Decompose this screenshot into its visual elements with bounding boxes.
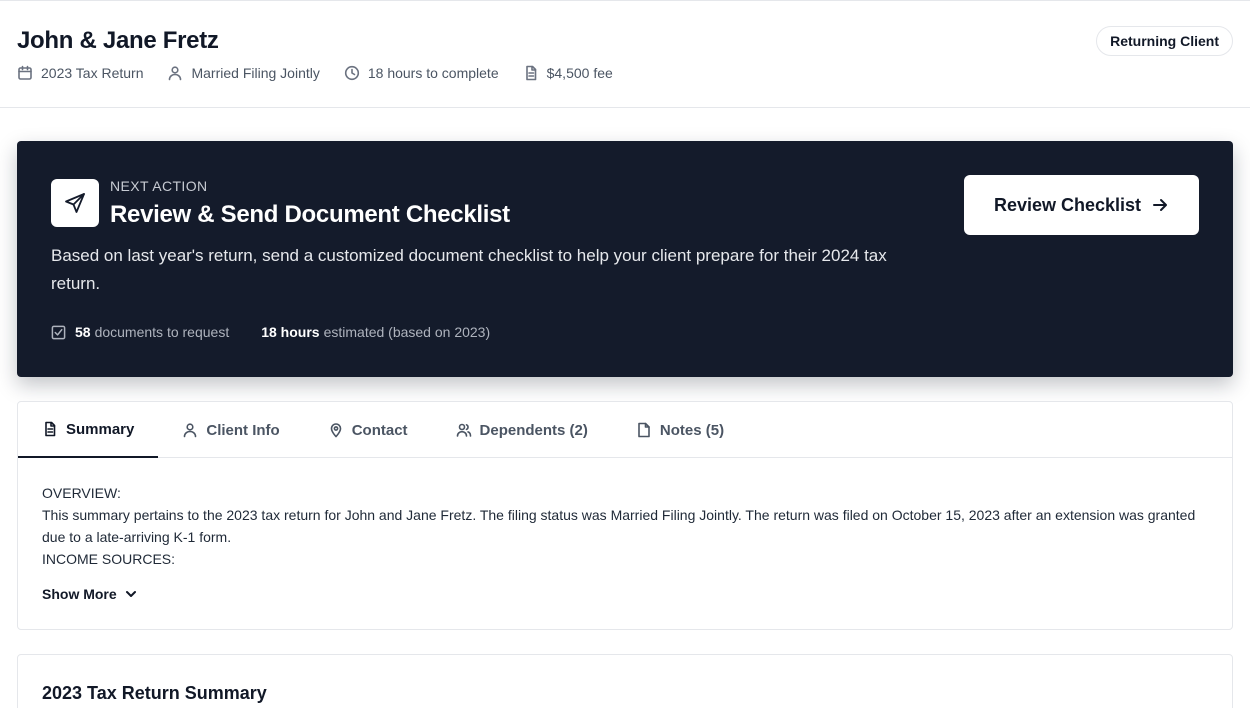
tab-bar: Summary Client Info Contact Dependents (… [18,402,1232,458]
next-action-stats: 58 documents to request 18 hours estimat… [51,324,522,340]
documents-label: documents to request [94,324,230,340]
review-checklist-label: Review Checklist [993,194,1142,215]
tab-client-info[interactable]: Client Info [158,402,303,458]
hours-count: 18 hours [261,324,320,340]
chevron-down-icon [125,591,136,597]
map-pin-icon [330,423,342,438]
tab-dependents-label: Dependents (2) [479,421,588,439]
meta-tax-year-label: 2023 Tax Return [41,65,144,81]
tab-dependents[interactable]: Dependents (2) [432,402,612,458]
document-icon [525,65,536,81]
note-icon [638,422,650,438]
meta-fee-label: $4,500 fee [546,65,613,81]
meta-time-label: 18 hours to complete [367,65,499,81]
income-sources-heading: INCOME SOURCES: [42,551,176,567]
meta-fee: $4,500 fee [523,65,613,81]
tab-notes-label: Notes (5) [659,421,725,439]
tab-client-info-label: Client Info [206,421,280,439]
documents-stat: 58 documents to request [51,324,229,340]
clock-icon [344,65,359,81]
review-checklist-button[interactable]: Review Checklist [964,175,1199,235]
document-icon [45,421,56,437]
next-action-title: Review & Send Document Checklist [110,201,510,228]
meta-filing-status-label: Married Filing Jointly [191,65,320,81]
tax-return-summary-title: 2023 Tax Return Summary [42,683,267,703]
user-icon [169,66,182,81]
show-more-label: Show More [42,586,117,602]
client-name: John & Jane Fretz [17,27,219,54]
documents-count: 58 [75,324,91,340]
calendar-icon [18,65,32,80]
users-icon [456,423,471,437]
tab-summary-label: Summary [66,420,135,438]
checkbox-icon [51,325,66,339]
user-icon [184,423,197,438]
tab-summary[interactable]: Summary [18,402,159,458]
next-action-description: Based on last year's return, send a cust… [51,246,887,293]
tab-contact[interactable]: Contact [304,402,432,458]
tab-contact-label: Contact [351,421,408,439]
meta-filing-status: Married Filing Jointly [167,65,320,81]
show-more-button[interactable]: Show More [42,586,138,602]
summary-content: OVERVIEW: This summary pertains to the 2… [42,482,1212,570]
overview-text: This summary pertains to the 2023 tax re… [42,507,1196,545]
tax-return-summary-card: 2023 Tax Return Summary [17,654,1233,708]
hours-stat: 18 hours estimated (based on 2023) [261,324,490,340]
send-icon-box [51,179,99,227]
client-meta: 2023 Tax Return Married Filing Jointly 1… [17,65,637,81]
client-details-card: Summary Client Info Contact Dependents (… [17,401,1233,630]
tab-notes[interactable]: Notes (5) [612,402,748,458]
next-action-card: NEXT ACTION Review & Send Document Check… [17,141,1233,377]
hours-label: estimated (based on 2023) [323,324,491,340]
arrow-right-icon [1153,199,1168,211]
meta-time: 18 hours to complete [344,65,499,81]
send-icon [65,193,85,213]
returning-client-badge: Returning Client [1096,26,1233,56]
next-action-eyebrow: NEXT ACTION [110,178,208,194]
overview-heading: OVERVIEW: [42,485,121,501]
client-header: John & Jane Fretz 2023 Tax Return Marrie… [0,0,1250,108]
meta-tax-year: 2023 Tax Return [17,65,143,81]
